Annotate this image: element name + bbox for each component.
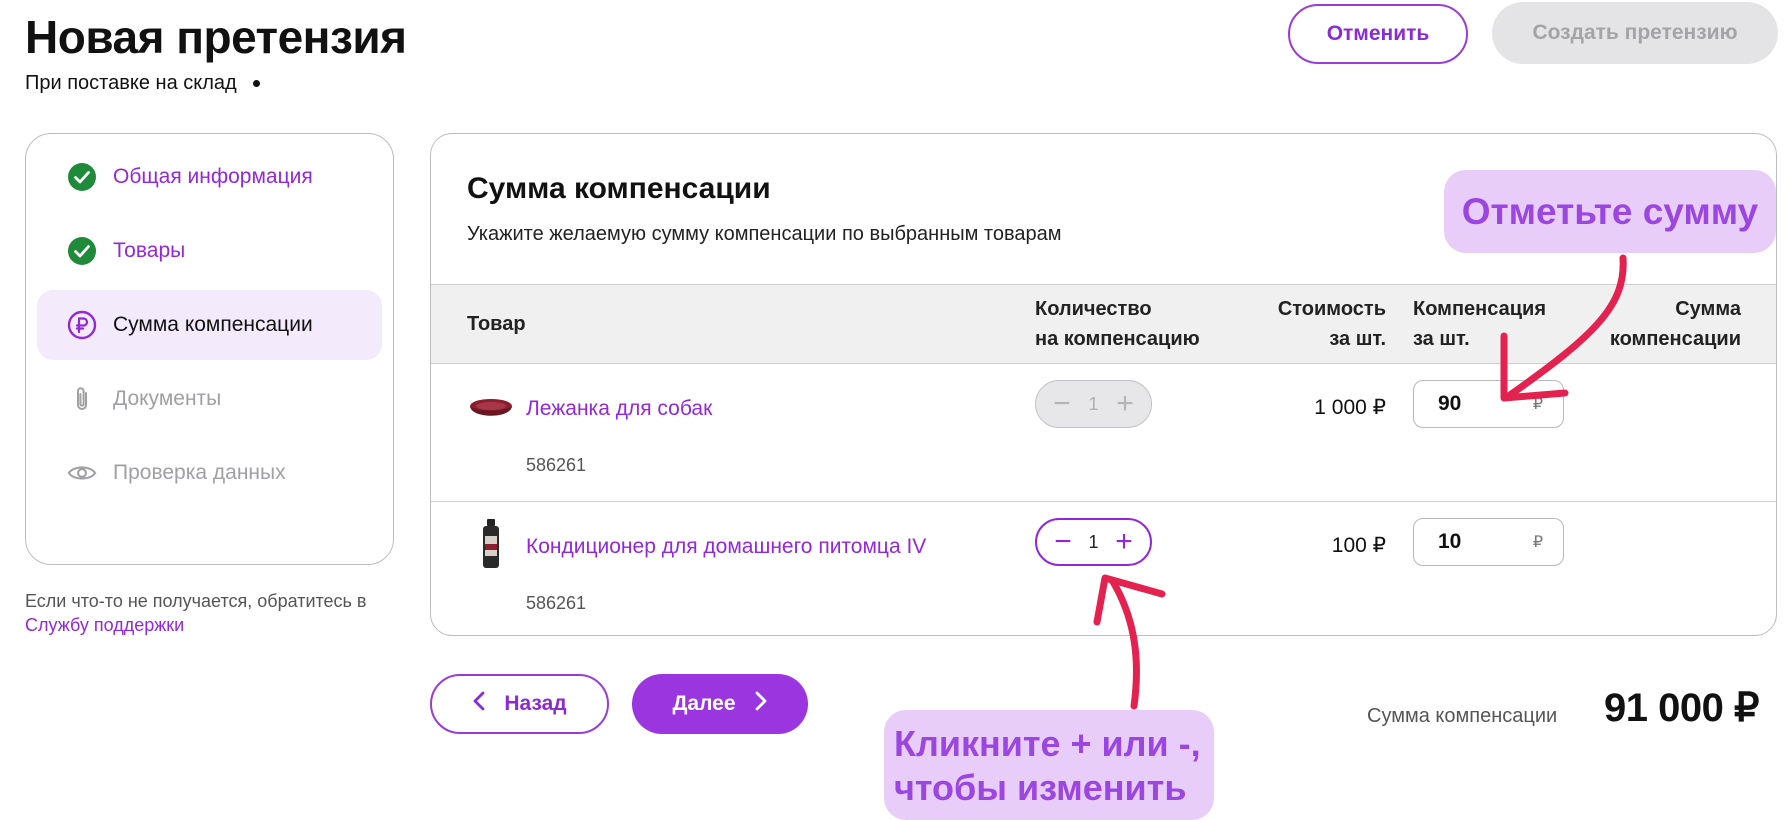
step-label: Сумма компенсации — [113, 313, 313, 336]
unit-price: 1 000 ₽ — [1314, 396, 1386, 419]
paperclip-icon — [67, 384, 97, 414]
step-label: Товары — [113, 239, 186, 262]
compensation-value: 90 — [1438, 392, 1462, 415]
page-title: Новая претензия — [25, 11, 407, 63]
column-compensation-line1: Компенсация — [1413, 298, 1546, 320]
step-general-info[interactable]: Общая информация — [37, 142, 382, 212]
table-row: Кондиционер для домашнего питомца IV 586… — [431, 503, 1776, 635]
column-sum-line2: компенсации — [1609, 328, 1741, 350]
minus-icon[interactable]: − — [1050, 389, 1074, 419]
check-circle-icon — [67, 236, 97, 266]
column-compensation: Компенсация за шт. — [1413, 294, 1546, 354]
column-cost: Стоимость за шт. — [1221, 294, 1386, 354]
product-sku: 586261 — [526, 593, 587, 613]
total-label: Сумма компенсации — [1367, 705, 1558, 727]
column-qty: Количество на компенсацию — [1035, 294, 1200, 354]
product-name-link[interactable]: Лежанка для собак — [526, 397, 712, 421]
quantity-value: 1 — [1088, 393, 1099, 414]
step-label: Документы — [113, 387, 222, 410]
plus-icon[interactable]: + — [1112, 527, 1136, 557]
unit-price: 100 ₽ — [1331, 534, 1386, 557]
next-label: Далее — [672, 692, 736, 715]
minus-icon[interactable]: − — [1051, 527, 1075, 557]
card-description: Укажите желаемую сумму компенсации по вы… — [467, 223, 1062, 245]
product-name-link[interactable]: Кондиционер для домашнего питомца IV — [526, 535, 926, 559]
step-documents[interactable]: Документы — [37, 364, 382, 434]
subtitle-text: При поставке на склад — [25, 72, 237, 94]
step-label: Проверка данных — [113, 461, 286, 484]
product-sku: 586261 — [526, 455, 587, 475]
steps-panel: Общая информация Товары Сумма компенсаци… — [25, 133, 394, 565]
support-hint: Если что-то не получается, обратитесь в … — [25, 589, 385, 637]
table-row: Лежанка для собак 586261 − 1 + 1 000 ₽ 9… — [431, 365, 1776, 502]
eye-icon — [67, 458, 97, 488]
compensation-value: 10 — [1438, 530, 1462, 553]
step-products[interactable]: Товары — [37, 216, 382, 286]
chevron-right-icon — [754, 690, 768, 718]
step-label: Общая информация — [113, 165, 313, 188]
hint-change-quantity: Кликните + или -, чтобы изменить — [884, 710, 1214, 820]
compensation-input[interactable]: 10 ₽ — [1413, 518, 1564, 566]
column-sum-line1: Сумма — [1675, 298, 1741, 320]
conditioner-thumbnail — [477, 517, 505, 571]
hint-line2: чтобы изменить — [894, 767, 1187, 808]
column-qty-line2: на компенсацию — [1035, 328, 1200, 350]
create-claim-button[interactable]: Создать претензию — [1492, 2, 1778, 64]
column-cost-line2: за шт. — [1329, 328, 1386, 350]
back-button[interactable]: Назад — [430, 674, 609, 734]
support-text: Если что-то не получается, обратитесь в — [25, 591, 367, 611]
check-circle-icon — [67, 162, 97, 192]
column-product: Товар — [467, 313, 526, 335]
total-value: 91 000 ₽ — [1604, 686, 1759, 730]
page-subtitle: При поставке на склад — [25, 72, 260, 95]
chevron-left-icon — [472, 690, 486, 718]
column-compensation-line2: за шт. — [1413, 328, 1470, 350]
hint-line1: Кликните + или -, — [894, 723, 1201, 764]
ruble-sign: ₽ — [1532, 534, 1543, 551]
card-title: Сумма компенсации — [467, 172, 771, 205]
ruble-circle-icon — [67, 310, 97, 340]
compensation-input[interactable]: 90 ₽ — [1413, 380, 1564, 428]
table-header: Товар Количество на компенсацию Стоимост… — [431, 284, 1776, 364]
hint-enter-amount: Отметьте сумму — [1444, 170, 1776, 253]
quantity-stepper[interactable]: − 1 + — [1035, 518, 1152, 566]
column-cost-line1: Стоимость — [1277, 298, 1386, 320]
back-label: Назад — [504, 692, 567, 715]
plus-icon[interactable]: + — [1113, 389, 1137, 419]
step-review[interactable]: Проверка данных — [37, 438, 382, 508]
cancel-button[interactable]: Отменить — [1288, 4, 1468, 64]
ruble-sign: ₽ — [1532, 396, 1543, 413]
step-compensation[interactable]: Сумма компенсации — [37, 290, 382, 360]
quantity-stepper[interactable]: − 1 + — [1035, 380, 1152, 428]
support-link[interactable]: Службу поддержки — [25, 615, 184, 635]
quantity-value: 1 — [1088, 531, 1099, 552]
column-qty-line1: Количество — [1035, 298, 1152, 320]
status-dot — [252, 80, 260, 87]
next-button[interactable]: Далее — [632, 674, 808, 734]
column-sum: Сумма компенсации — [1571, 294, 1741, 354]
dog-bed-thumbnail — [467, 391, 515, 429]
